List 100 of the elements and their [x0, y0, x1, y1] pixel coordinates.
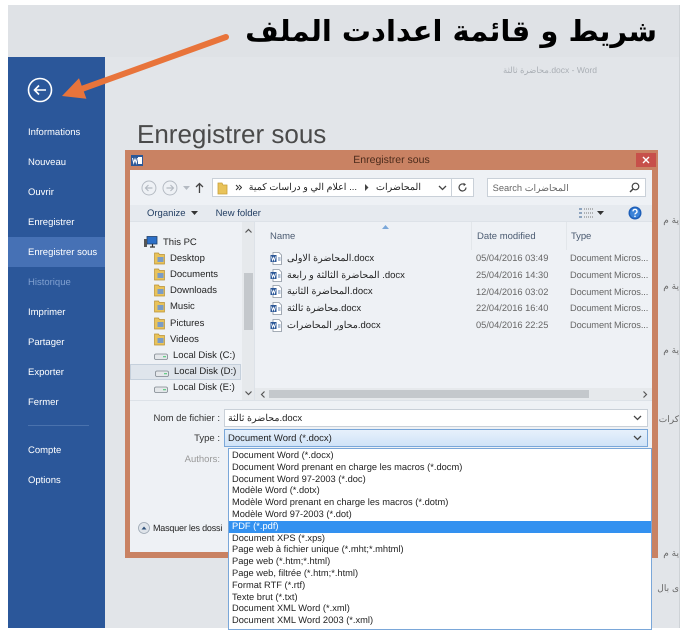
file-name[interactable]: المحاضرة الثالثة و رابعة .docx [287, 270, 405, 281]
folder-item[interactable]: Downloads [130, 282, 241, 299]
dropdown-chevron-icon[interactable] [633, 415, 642, 421]
folder-item[interactable]: Desktop [130, 250, 241, 266]
file-date: 25/04/2016 14:30 [476, 270, 548, 280]
scrollbar-thumb[interactable] [269, 390, 589, 398]
dropdown-option[interactable]: Document XML Word (*.xml) [229, 603, 651, 616]
folder-item[interactable]: Videos [130, 331, 241, 348]
dropdown-chevron-icon[interactable] [633, 435, 642, 441]
folder-item[interactable]: Local Disk (E:) [130, 380, 241, 396]
search-field[interactable]: Search المحاضرات [486, 178, 646, 197]
folder-icon [154, 268, 165, 281]
folder-item[interactable]: Local Disk (D:) [130, 364, 241, 380]
file-date: 05/04/2016 22:25 [476, 320, 548, 330]
file-type-dropdown[interactable]: Document Word (*.docx) [224, 429, 648, 447]
search-input[interactable]: Search المحاضرات [492, 182, 629, 192]
folder-item[interactable]: This PC [130, 234, 241, 250]
folder-item[interactable]: Local Disk (C:) [130, 347, 241, 364]
file-name[interactable]: محاور المحاضرات.docx [287, 320, 381, 331]
back-icon[interactable] [27, 77, 53, 103]
breadcrumb-item[interactable]: اعلام الي و دراسات كمية ... [248, 182, 358, 193]
word-document-icon [270, 318, 282, 332]
computer-icon [144, 236, 158, 248]
folder-icon [154, 300, 165, 314]
dropdown-option[interactable]: Modèle Word prenant en charge les macros (*.dotm) [229, 497, 651, 509]
background-text: ية م [663, 346, 679, 356]
help-icon[interactable] [628, 206, 642, 220]
file-date: 22/04/2016 16:40 [476, 303, 548, 314]
menu-item[interactable]: Informations [8, 117, 105, 147]
scroll-up-icon[interactable] [244, 228, 252, 233]
scroll-right-icon[interactable] [643, 390, 648, 398]
file-type: Document Micros... [570, 320, 648, 330]
dropdown-option[interactable]: Page web à fichier unique (*.mht;*.mhtml) [229, 544, 651, 556]
menu-item[interactable]: Imprimer [8, 297, 105, 327]
toolbar-button[interactable]: Organize [145, 208, 200, 218]
double-chevron-icon[interactable] [234, 184, 242, 191]
dropdown-option[interactable]: Document Word prenant en charge les macros (*.docm) [229, 462, 651, 474]
scrollbar-thumb[interactable] [244, 273, 252, 330]
file-name[interactable]: المحاضرة الثانية.docx [287, 286, 373, 298]
close-button[interactable] [636, 153, 656, 167]
column-header[interactable]: Type [571, 230, 592, 242]
up-arrow-icon[interactable] [194, 182, 204, 193]
chevron-icon[interactable] [364, 184, 370, 191]
column-header[interactable]: Name [270, 230, 296, 242]
file-name[interactable]: محاضرة ثالثة.docx [287, 302, 362, 314]
hide-folders-button[interactable]: Masquer les dossi [138, 522, 222, 534]
field-label: Nom de fichier : [152, 412, 221, 424]
menu-item[interactable]: Ouvrir [8, 177, 105, 207]
refresh-icon[interactable] [456, 182, 468, 193]
scroll-left-icon[interactable] [260, 390, 265, 398]
word-icon [131, 154, 143, 166]
dropdown-option[interactable]: Modèle Word 97-2003 (*.dot) [229, 508, 651, 521]
folder-icon [154, 316, 165, 330]
search-icon[interactable] [628, 182, 640, 193]
dropdown-option[interactable]: Modèle Word (*.dotx) [229, 485, 651, 498]
folder-item[interactable]: Documents [130, 266, 241, 283]
dropdown-option[interactable]: Document XML Word 2003 (*.xml) [229, 615, 651, 627]
file-type: Document Micros... [570, 286, 648, 297]
column-header[interactable]: Date modified [477, 230, 536, 242]
dropdown-option[interactable]: Page web (*.htm;*.html) [229, 556, 651, 568]
collapse-icon[interactable] [138, 522, 150, 534]
field-label: Type : [193, 432, 221, 444]
file-type: Document Micros... [570, 270, 648, 280]
menu-item[interactable]: Options [8, 465, 105, 495]
menu-item[interactable]: Partager [8, 327, 105, 357]
word-document-icon [270, 252, 282, 265]
view-options-icon[interactable] [579, 208, 593, 218]
dropdown-option[interactable]: Document Word 97-2003 (*.doc) [229, 474, 651, 486]
dropdown-option[interactable]: Document XPS (*.xps) [229, 532, 651, 544]
caret-icon[interactable] [597, 211, 604, 215]
dropdown-option[interactable]: Page web, filtrée (*.htm;*.html) [229, 568, 651, 580]
menu-item[interactable]: Fermer [8, 387, 105, 417]
file-type: Document Micros... [570, 253, 648, 264]
dropdown-chevron-icon[interactable] [438, 184, 447, 190]
folder-item[interactable]: Music [130, 298, 241, 315]
page-heading: Enregistrer sous [137, 119, 326, 149]
menu-item[interactable]: Enregistrer [8, 207, 105, 237]
filename-field[interactable]: محاضرة ثالثة.docx [224, 409, 648, 427]
dropdown-option[interactable]: Texte brut (*.txt) [229, 592, 651, 604]
toolbar-button[interactable]: New folder [214, 208, 263, 218]
dropdown-option[interactable]: Format RTF (*.rtf) [229, 580, 651, 592]
word-document-icon [270, 268, 282, 282]
menu-item[interactable]: Exporter [8, 357, 105, 387]
menu-item[interactable]: Enregistrer sous [8, 237, 105, 267]
menu-item[interactable]: Nouveau [8, 147, 105, 177]
folder-icon [154, 332, 165, 346]
folder-item[interactable]: Pictures [130, 314, 241, 332]
dropdown-option[interactable]: Document Word (*.docx) [229, 450, 651, 462]
caret-icon[interactable] [190, 211, 198, 215]
breadcrumb-item[interactable]: المحاضرات [376, 182, 421, 193]
sort-arrow-icon [382, 225, 389, 229]
close-icon [642, 156, 650, 164]
scroll-down-icon[interactable] [244, 391, 252, 396]
file-name[interactable]: المحاضرة الاولى.docx [287, 252, 374, 264]
filename-input[interactable]: محاضرة ثالثة.docx [228, 412, 633, 424]
menu-item[interactable]: Compte [8, 435, 105, 465]
address-bar[interactable]: المحاضرات اعلام الي و دراسات كمية ... [212, 178, 452, 197]
background-text: ية م [663, 282, 679, 292]
folder-icon [154, 252, 165, 265]
background-text: ية م [663, 216, 679, 226]
